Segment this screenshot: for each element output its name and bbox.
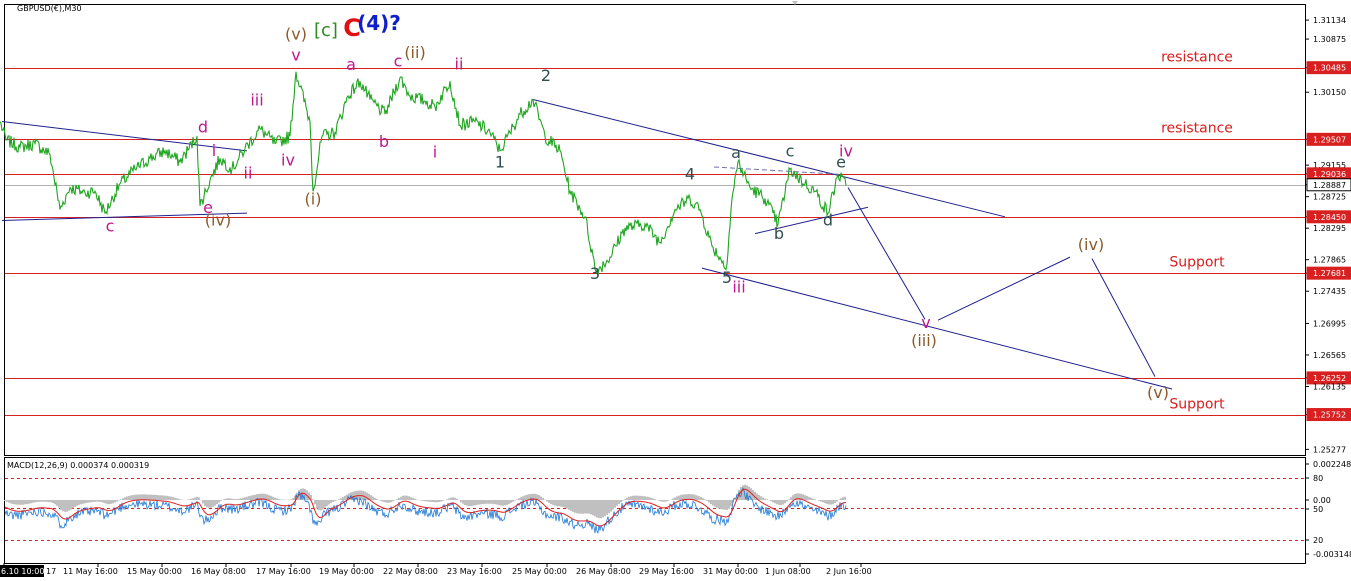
x-tick-label-13: 2 Jun 16:00 [826, 567, 872, 576]
y-tick-label-10: 1.28295 [1313, 224, 1346, 233]
y-tick-label-13: 1.27435 [1313, 287, 1346, 296]
wave-label-26: 4 [685, 164, 695, 183]
y-tick-label-14: 1.26995 [1313, 319, 1346, 328]
y-tick-label-11: 1.27865 [1313, 256, 1346, 265]
macd-tick-label-0: 0.002248 [1313, 460, 1351, 469]
x-tick-label-10: 29 May 16:00 [639, 567, 694, 576]
y-tick-label-12: 1.27681 [1313, 269, 1346, 278]
wave-label-29: 3 [590, 264, 600, 283]
chart-background [0, 0, 1351, 581]
y-tick-label-15: 1.26565 [1313, 351, 1346, 360]
macd-tick-label-2: 0.00 [1313, 496, 1331, 505]
wave-label-25: e [836, 153, 846, 172]
wave-label-5: a [346, 55, 356, 74]
y-tick-label-4: 1.29507 [1313, 135, 1346, 144]
wave-label-33: v [921, 313, 930, 332]
wave-label-17: ii [244, 164, 253, 183]
wave-label-10: 2 [541, 66, 551, 85]
wave-label-12: b [379, 132, 389, 151]
wave-label-32: (iv) [1078, 235, 1104, 254]
x-tick-label-7: 23 May 16:00 [447, 567, 502, 576]
wave-label-8: ii [455, 54, 464, 73]
wave-label-7: (ii) [404, 43, 425, 62]
wave-label-28: b [774, 224, 784, 243]
macd-tick-label-4: 20 [1313, 536, 1323, 545]
y-tick-label-9: 1.28450 [1313, 213, 1346, 222]
wave-label-6: c [394, 52, 403, 71]
wave-label-31: iii [732, 277, 745, 296]
wave-label-30: 5 [722, 268, 732, 287]
gbpusd-chart: resistance resistance Support Support (v) [c… [0, 0, 1351, 581]
wave-label-18: (i) [305, 189, 322, 208]
x-tick-label-12: 1 Jun 08:00 [765, 567, 811, 576]
chart-title: GBPUSD(€),M30 [17, 4, 82, 13]
wave-label-9: iii [250, 90, 263, 109]
wave-label-14: i [433, 142, 437, 161]
y-tick-label-0: 1.31134 [1313, 16, 1346, 25]
wave-label-22: a [731, 143, 741, 162]
x-tick-label-2: 15 May 00:00 [127, 567, 182, 576]
y-tick-label-17: 1.26135 [1313, 382, 1346, 391]
x-tick-label-prefix: 17 [46, 567, 56, 576]
wave-label-27: d [823, 211, 833, 230]
level-label-1: resistance [1161, 121, 1233, 137]
wave-label-3: (4)? [357, 11, 401, 35]
x-tick-label-6: 22 May 08:00 [383, 567, 438, 576]
wave-label-20: (iv) [205, 211, 231, 230]
y-tick-label-18: 1.25752 [1313, 411, 1346, 420]
level-label-0: resistance [1161, 50, 1233, 66]
level-label-4: Support [1169, 255, 1225, 271]
y-tick-label-8: 1.28725 [1313, 193, 1346, 202]
x-tick-label-11: 31 May 00:00 [703, 567, 758, 576]
wave-label-1: [c] [314, 20, 338, 41]
x-tick-label-4: 17 May 16:00 [256, 567, 311, 576]
x-tick-label-3: 16 May 08:00 [191, 567, 246, 576]
chart-canvas: resistance resistance Support Support (v) [c… [0, 0, 1351, 581]
wave-label-23: c [786, 142, 795, 161]
macd-tick-label-3: 50 [1313, 505, 1323, 514]
x-tick-label-1: 11 May 16:00 [63, 567, 118, 576]
wave-label-16: iv [281, 151, 295, 170]
macd-tick-label-1: 80 [1313, 474, 1323, 483]
wave-label-13: i [212, 141, 216, 160]
wave-label-11: d [198, 118, 208, 137]
macd-tick-label-5: -0.003148 [1313, 550, 1351, 559]
wave-label-35: (v) [1147, 383, 1169, 402]
y-tick-label-7: 1.28887 [1313, 181, 1346, 190]
wave-label-21: c [106, 216, 115, 235]
wave-label-4: v [291, 46, 300, 65]
y-tick-label-2: 1.30485 [1313, 64, 1346, 73]
wave-label-34: (iii) [911, 331, 937, 350]
level-label-6: Support [1169, 397, 1225, 413]
x-tick-label-9: 26 May 08:00 [576, 567, 631, 576]
y-tick-label-6: 1.29036 [1313, 170, 1346, 179]
wave-label-15: 1 [495, 153, 505, 172]
x-tick-label-8: 25 May 00:00 [512, 567, 567, 576]
y-tick-label-3: 1.30150 [1313, 88, 1346, 97]
x-tick-label-5: 19 May 00:00 [319, 567, 374, 576]
macd-label: MACD(12,26,9) 0.000374 0.000319 [7, 461, 149, 470]
x-tick-label-0: 6.10 10:00 [1, 567, 44, 576]
y-tick-label-1: 1.30875 [1313, 35, 1346, 44]
wave-label-0: (v) [285, 24, 307, 43]
y-tick-label-19: 1.25277 [1313, 445, 1346, 454]
